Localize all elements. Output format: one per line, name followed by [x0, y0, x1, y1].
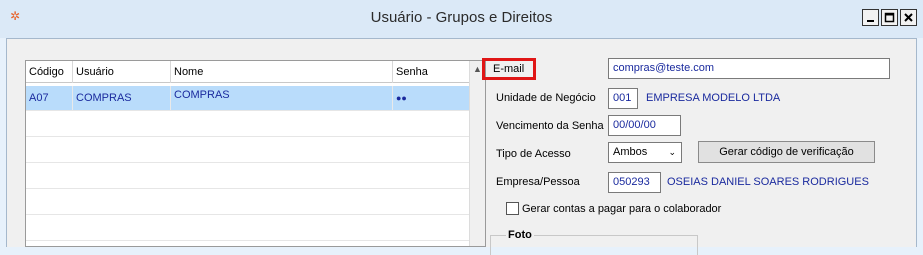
empty-row: [26, 112, 470, 137]
cell-codigo: A07: [26, 86, 73, 110]
cell-usuario: COMPRAS: [73, 86, 171, 110]
title-bar: ✲ Usuário - Grupos e Direitos: [0, 0, 923, 38]
unidade-code-field[interactable]: 001: [608, 88, 638, 109]
unidade-name: EMPRESA MODELO LTDA: [646, 92, 781, 104]
chevron-down-icon: ⌄: [668, 147, 676, 157]
grid-scrollbar[interactable]: ▲: [469, 61, 485, 246]
contas-pagar-label: Gerar contas a pagar para o colaborador: [522, 203, 722, 215]
grid-header: Código Usuário Nome Senha: [26, 61, 470, 83]
email-label: E-mail: [482, 58, 536, 80]
tipo-acesso-select[interactable]: Ambos ⌄: [608, 142, 682, 163]
maximize-icon: [884, 12, 895, 23]
foto-label: Foto: [506, 229, 534, 241]
contas-pagar-checkbox[interactable]: [506, 202, 519, 215]
column-header-usuario[interactable]: Usuário: [73, 61, 171, 83]
email-field[interactable]: compras@teste.com: [608, 58, 890, 79]
column-header-codigo[interactable]: Código: [26, 61, 73, 83]
vencimento-label: Vencimento da Senha: [496, 120, 604, 132]
column-header-senha[interactable]: Senha: [393, 61, 470, 83]
empresa-code-field[interactable]: 050293: [608, 172, 661, 193]
cell-nome: COMPRAS: [171, 86, 393, 110]
cell-senha: ●●: [396, 93, 407, 103]
table-row[interactable]: A07 COMPRAS COMPRAS ●●: [26, 86, 470, 111]
minimize-button[interactable]: [862, 9, 879, 26]
minimize-icon: [867, 20, 874, 22]
tipo-acesso-label: Tipo de Acesso: [496, 148, 571, 160]
empty-row: [26, 190, 470, 215]
gerar-codigo-button[interactable]: Gerar código de verificação: [698, 141, 875, 163]
column-header-nome[interactable]: Nome: [171, 61, 393, 83]
empresa-label: Empresa/Pessoa: [496, 176, 580, 188]
maximize-button[interactable]: [881, 9, 898, 26]
vencimento-field[interactable]: 00/00/00: [608, 115, 681, 136]
empty-row: [26, 138, 470, 163]
close-icon: [904, 13, 913, 22]
window-controls: [862, 9, 917, 26]
empresa-name: OSEIAS DANIEL SOARES RODRIGUES: [667, 176, 869, 188]
close-button[interactable]: [900, 9, 917, 26]
users-grid[interactable]: Código Usuário Nome Senha A07 COMPRAS CO…: [25, 60, 486, 247]
unidade-label: Unidade de Negócio: [496, 92, 596, 104]
tipo-acesso-value: Ambos: [613, 146, 648, 158]
window-title: Usuário - Grupos e Direitos: [370, 9, 553, 26]
empty-row: [26, 164, 470, 189]
empty-row: [26, 216, 470, 241]
